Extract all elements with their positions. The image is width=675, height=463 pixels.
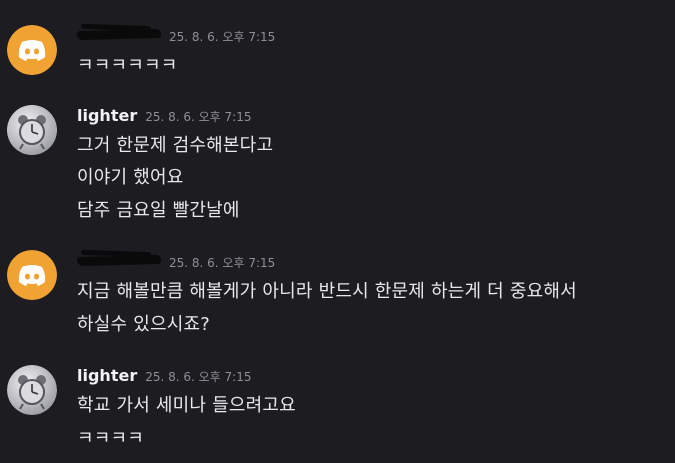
timestamp: 25. 8. 6. 오후 7:15 bbox=[145, 110, 252, 124]
message-text: ㅋㅋㅋㅋㅋㅋ bbox=[77, 55, 178, 76]
message-text: 지금 해볼만큼 해볼게가 아니라 반드시 한문제 하는게 더 중요해서 bbox=[77, 281, 577, 302]
message-text: ㅋㅋㅋㅋ bbox=[77, 428, 145, 449]
username[interactable] bbox=[77, 253, 161, 267]
discord-icon[interactable] bbox=[7, 25, 57, 75]
alarm-clock-avatar-icon[interactable] bbox=[7, 105, 57, 155]
discord-icon[interactable] bbox=[7, 250, 57, 300]
username[interactable] bbox=[77, 27, 161, 41]
timestamp: 25. 8. 6. 오후 7:15 bbox=[169, 256, 276, 270]
timestamp: 25. 8. 6. 오후 7:15 bbox=[145, 370, 252, 384]
message-text: 담주 금요일 빨간날에 bbox=[77, 200, 240, 221]
timestamp: 25. 8. 6. 오후 7:15 bbox=[169, 30, 276, 44]
alarm-clock-avatar-icon[interactable] bbox=[7, 365, 57, 415]
message-text: 이야기 했어요 bbox=[77, 167, 184, 188]
message-text: 그거 한문제 검수해본다고 bbox=[77, 135, 274, 156]
chat-message-list: 25. 8. 6. 오후 7:15 ㅋㅋㅋㅋㅋㅋ lighter 25. 8. … bbox=[0, 0, 675, 463]
message-text: 학교 가서 세미나 들으려고요 bbox=[77, 395, 296, 416]
username[interactable]: lighter bbox=[77, 366, 137, 385]
message-text: 하실수 있으시죠? bbox=[77, 314, 210, 335]
username[interactable]: lighter bbox=[77, 106, 137, 125]
